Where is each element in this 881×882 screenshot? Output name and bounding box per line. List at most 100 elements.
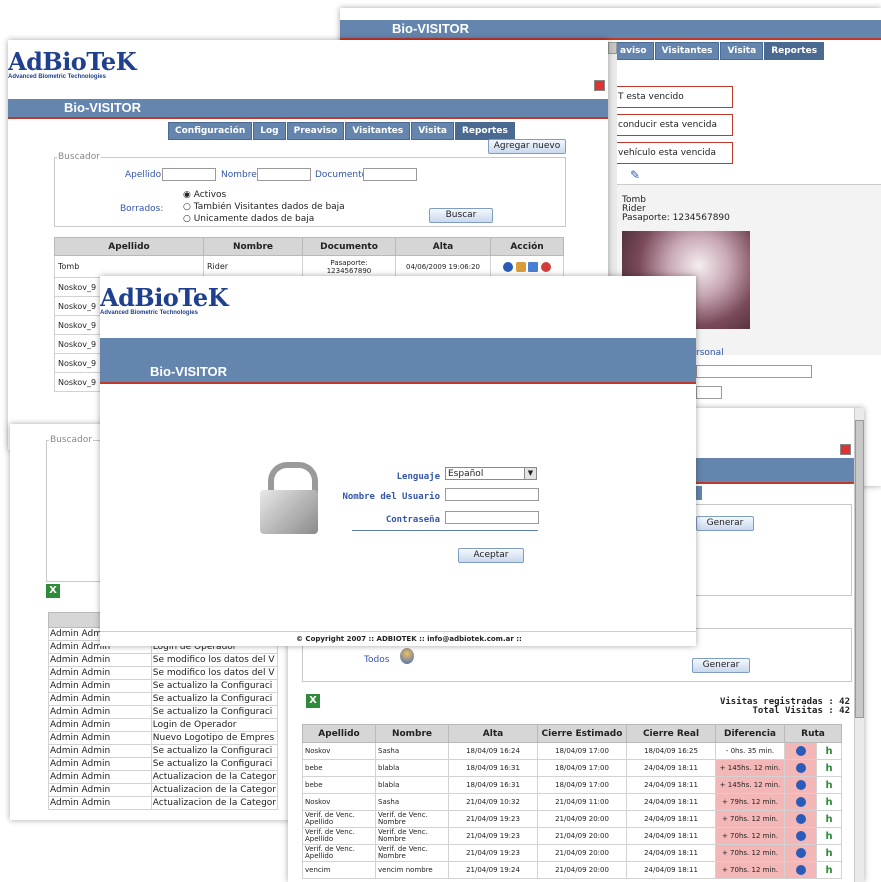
info-icon[interactable] — [795, 814, 806, 824]
route-icon[interactable]: h — [825, 746, 832, 757]
table-row: Admin Admin Se actualizo la Configuraci — [48, 705, 279, 719]
tab-visitantes[interactable]: Visitantes — [345, 122, 411, 140]
tab-log[interactable]: Log — [253, 122, 286, 140]
col-cierre-real[interactable]: Cierre Real — [626, 724, 716, 743]
generar-bottom-button[interactable]: Generar — [692, 658, 750, 673]
info-icon[interactable] — [795, 780, 806, 790]
info-icon[interactable] — [795, 865, 806, 875]
table-row: Admin Admin Se actualizo la Configuraci — [48, 757, 279, 771]
tab-preaviso-back[interactable]: aviso — [613, 42, 654, 60]
table-row: Admin Admin Actualizacion de la Categor — [48, 770, 279, 784]
search-fieldset: Buscador Apellido: Nombre: Documento: Bo… — [54, 152, 566, 227]
documento-input[interactable] — [363, 168, 417, 181]
lenguaje-select[interactable]: Español ▼ — [445, 467, 537, 480]
col-apellido[interactable]: Apellido — [54, 237, 204, 256]
apellido-input[interactable] — [162, 168, 216, 181]
accept-button[interactable]: Aceptar — [458, 548, 524, 563]
search-button[interactable]: Buscar — [429, 208, 493, 223]
table-row: Noskov Sasha 21/04/09 10:32 21/04/09 11:00 2… — [302, 793, 842, 811]
table-row: Admin Admin Se actualizo la Configuraci — [48, 679, 279, 693]
info-icon[interactable] — [795, 831, 806, 841]
col-nombre[interactable]: Nombre — [375, 724, 449, 743]
col-diferencia[interactable]: Diferencia — [715, 724, 785, 743]
header-band: Bio-VISITOR — [8, 99, 608, 117]
pencil-icon[interactable] — [528, 261, 539, 272]
table-row: Verif. de Venc. Apellido Verif. de Venc. … — [302, 827, 842, 845]
route-icon[interactable]: h — [825, 814, 832, 825]
info-icon[interactable] — [795, 797, 806, 807]
col-alta[interactable]: Alta — [448, 724, 538, 743]
route-icon[interactable]: h — [825, 763, 832, 774]
nombre-label: Nombre: — [221, 170, 260, 180]
col-alta[interactable]: Alta — [395, 237, 491, 256]
table-row: vencim vencim nombre 21/04/09 19:24 21/04/0… — [302, 861, 842, 879]
table-row: Admin Admin Se actualizo la Configuraci — [48, 692, 279, 706]
generar-top-button[interactable]: Generar — [696, 516, 754, 531]
search-legend: Buscador — [57, 152, 101, 162]
login-window: AdBioTeK Advanced Biometric Technologies… — [100, 276, 696, 646]
person-line-3: Pasaporte: 1234567890 — [622, 213, 730, 223]
tab-reportes[interactable]: Reportes — [454, 122, 515, 140]
back-select[interactable] — [696, 386, 722, 399]
tab-preaviso[interactable]: Preaviso — [286, 122, 345, 140]
person-search-icon[interactable] — [400, 648, 414, 664]
route-icon[interactable]: h — [825, 780, 832, 791]
col-cierre-estimado[interactable]: Cierre Estimado — [537, 724, 627, 743]
col-nombre[interactable]: Nombre — [203, 237, 303, 256]
alert-box-1: T esta vencido — [614, 86, 733, 108]
report-scrollbar[interactable] — [854, 408, 864, 882]
password-label: Contraseña — [385, 515, 440, 525]
login-logo: AdBioTeK Advanced Biometric Technologies — [100, 283, 229, 317]
info-icon[interactable] — [795, 848, 806, 858]
todos-label: Todos — [364, 655, 390, 665]
alert-box-2: conducir esta vencida — [614, 114, 733, 136]
handshake-icon[interactable] — [515, 261, 526, 272]
tab-reportes-back[interactable]: Reportes — [764, 42, 825, 60]
logo-text: AdBioTeK — [8, 47, 137, 76]
add-new-button[interactable]: Agregar nuevo — [488, 139, 566, 154]
route-icon[interactable]: h — [825, 865, 832, 876]
info-icon[interactable] — [503, 261, 514, 272]
exit-icon[interactable] — [594, 80, 605, 91]
alert-box-3: vehículo esta vencida — [614, 142, 733, 164]
table-row: bebe blabla 18/04/09 16:31 18/04/09 17:00 24… — [302, 776, 842, 794]
nombre-input[interactable] — [257, 168, 311, 181]
login-logo-text: AdBioTeK — [100, 283, 229, 312]
table-row: Admin Admin Nuevo Logotipo de Empres — [48, 731, 279, 745]
excel-icon[interactable]: X — [46, 584, 60, 598]
total-visitas: Total Visitas : 42 — [752, 706, 850, 716]
col-apellido[interactable]: Apellido — [302, 724, 376, 743]
route-icon[interactable]: h — [825, 831, 832, 842]
password-input[interactable] — [445, 511, 539, 524]
table-row: bebe blabla 18/04/09 16:31 18/04/09 17:00 24… — [302, 759, 842, 777]
visits-table: Apellido Nombre Alta Cierre Estimado Cie… — [302, 724, 842, 879]
delete-icon[interactable] — [540, 261, 551, 272]
table-row: Admin Admin Actualizacion de la Categor — [48, 783, 279, 797]
report-exit-icon[interactable] — [840, 444, 851, 455]
tab-visita-back[interactable]: Visita — [720, 42, 764, 60]
info-icon[interactable] — [795, 763, 806, 773]
col-ruta[interactable]: Ruta — [784, 724, 842, 743]
username-input[interactable] — [445, 488, 539, 501]
apellido-label: Apellido: — [125, 170, 165, 180]
route-icon[interactable]: h — [825, 848, 832, 859]
excel-icon[interactable]: X — [306, 694, 320, 708]
info-icon[interactable] — [795, 746, 806, 756]
lenguaje-label: Lenguaje — [396, 472, 440, 482]
radio-tambien[interactable]: ○ También Visitantes dados de baja — [183, 202, 345, 212]
pencil-icon[interactable]: ✎ — [630, 168, 640, 182]
login-divider — [352, 530, 538, 531]
tab-visita[interactable]: Visita — [411, 122, 454, 140]
tab-visitantes-back[interactable]: Visitantes — [654, 42, 720, 60]
tab-configuracion[interactable]: Configuración — [168, 122, 253, 140]
col-documento[interactable]: Documento — [302, 237, 396, 256]
route-icon[interactable]: h — [825, 797, 832, 808]
personal-link[interactable]: rsonal — [696, 348, 724, 358]
radio-unicamente[interactable]: ○ Unicamente dados de baja — [183, 214, 314, 224]
radio-activos[interactable]: ◉ Activos — [183, 190, 226, 200]
table-row: Admin Admin Se modifico los datos del V — [48, 666, 279, 680]
back-input-1[interactable] — [696, 365, 812, 378]
login-page-title: Bio-VISITOR — [150, 364, 228, 379]
borrados-label: Borrados: — [120, 204, 164, 214]
chevron-down-icon[interactable]: ▼ — [524, 468, 536, 479]
